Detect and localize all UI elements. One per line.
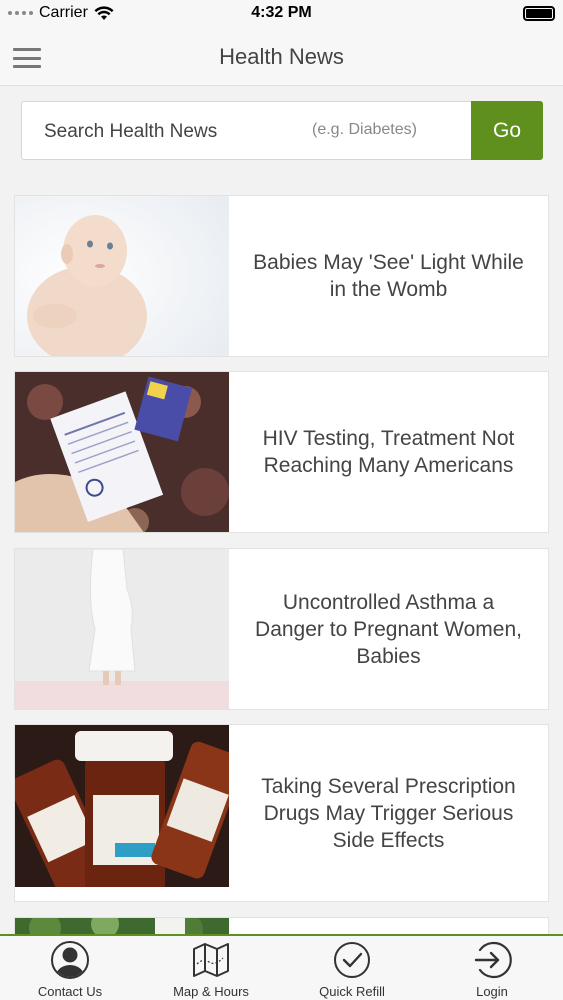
battery-icon [523, 6, 555, 21]
tab-contact-us[interactable]: Contact Us [0, 936, 140, 1000]
pregnant-woman-photo [15, 549, 229, 709]
search-input[interactable]: Search Health News [44, 121, 217, 143]
hiv-test-kit-photo [15, 372, 229, 532]
tab-label: Map & Hours [173, 984, 249, 999]
news-item[interactable]: HIV Testing, Treatment Not Reaching Many… [14, 371, 549, 533]
nav-bar: Health News [0, 28, 563, 86]
news-item[interactable]: Taking Several Prescription Drugs May Tr… [14, 724, 549, 902]
news-item[interactable]: Uncontrolled Asthma a Danger to Pregnant… [14, 548, 549, 710]
search-hint: (e.g. Diabetes) [312, 121, 417, 138]
status-bar: Carrier 4:32 PM [0, 0, 563, 28]
page-title: Health News [219, 44, 344, 69]
tab-map-hours[interactable]: Map & Hours [141, 936, 281, 1000]
go-button[interactable]: Go [471, 101, 543, 160]
tab-login[interactable]: Login [422, 936, 562, 1000]
login-icon [474, 941, 512, 979]
baby-photo [15, 196, 229, 356]
news-item[interactable]: Babies May 'See' Light While in the Womb [14, 195, 549, 357]
tab-bar: Contact Us Map & Hours Quick Refill Logi… [0, 934, 563, 1000]
tab-quick-refill[interactable]: Quick Refill [282, 936, 422, 1000]
pill-bottles-photo [15, 725, 229, 887]
map-icon [193, 943, 229, 977]
news-title[interactable]: HIV Testing, Treatment Not Reaching Many… [229, 372, 548, 532]
status-time: 4:32 PM [251, 4, 312, 21]
tab-label: Quick Refill [319, 984, 385, 999]
search-box[interactable]: Search Health News (e.g. Diabetes) Go [21, 101, 543, 160]
tab-label: Contact Us [37, 984, 103, 999]
news-title[interactable]: Uncontrolled Asthma a Danger to Pregnant… [229, 549, 548, 709]
news-title[interactable]: Taking Several Prescription Drugs May Tr… [229, 725, 548, 901]
checkmark-circle-icon [334, 942, 370, 978]
tab-label: Login [476, 984, 508, 999]
news-title[interactable]: Babies May 'See' Light While in the Womb [229, 196, 548, 356]
person-icon [51, 941, 89, 979]
